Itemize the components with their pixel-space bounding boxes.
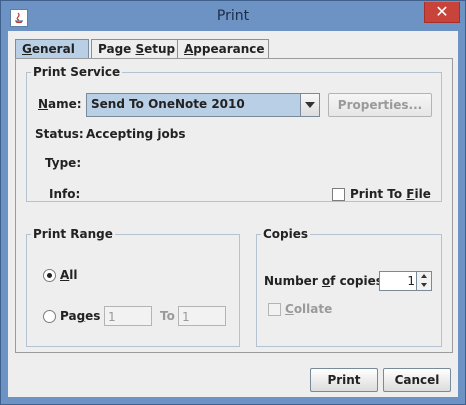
tab-page-setup-mnemonic: S xyxy=(135,42,145,56)
name-label: Name: xyxy=(38,97,82,111)
chevron-down-icon[interactable] xyxy=(300,94,319,116)
cancel-button[interactable]: Cancel xyxy=(383,368,451,392)
all-label-mnemonic: A xyxy=(60,268,70,282)
collate-label-rest: ollate xyxy=(293,302,333,316)
tab-page-setup-label-pre: Page xyxy=(98,42,136,56)
print-button[interactable]: Print xyxy=(310,368,378,392)
print-to-file-checkbox[interactable] xyxy=(332,188,345,201)
status-value: Accepting jobs xyxy=(86,127,186,141)
to-label: To xyxy=(160,309,175,323)
all-radio[interactable] xyxy=(43,269,56,282)
pages-label-mnemonic: g xyxy=(76,309,86,323)
printer-name-combobox[interactable]: Send To OneNote 2010 xyxy=(86,93,320,117)
pages-label-post: es xyxy=(85,309,101,323)
info-label: Info: xyxy=(49,187,81,201)
print-range-group: Print Range xyxy=(26,227,240,347)
pages-label[interactable]: Pages xyxy=(60,309,100,323)
tab-general-label-post: eneral xyxy=(31,42,75,56)
copies-value: 1 xyxy=(407,274,415,288)
copies-spinner[interactable]: 1 xyxy=(379,271,432,291)
spinner-down-icon[interactable] xyxy=(416,281,431,290)
type-label: Type: xyxy=(45,156,82,170)
pages-label-pre: Pa xyxy=(60,309,77,323)
tab-appearance[interactable]: Appearance xyxy=(177,39,269,59)
tab-appearance-mnemonic: A xyxy=(184,42,194,56)
print-dialog-window: Print ✕ General Page Setup Appearance Pr… xyxy=(0,0,466,405)
print-to-file-label-pre: Print To xyxy=(350,187,407,201)
number-of-copies-mnemonic: o xyxy=(321,274,331,288)
dialog-content: General Page Setup Appearance Print Serv… xyxy=(8,31,458,397)
tab-general[interactable]: General xyxy=(15,39,89,59)
pages-to-field[interactable]: 1 xyxy=(178,306,226,326)
all-label[interactable]: All xyxy=(60,268,78,282)
printer-name-value: Send To OneNote 2010 xyxy=(91,97,245,111)
window-title: Print xyxy=(216,8,250,24)
collate-checkbox[interactable] xyxy=(268,303,281,316)
close-button[interactable]: ✕ xyxy=(424,2,460,23)
copies-legend: Copies xyxy=(263,227,309,241)
print-service-legend: Print Service xyxy=(33,65,121,79)
number-of-copies-label-pre: Number xyxy=(264,274,322,288)
collate-label[interactable]: Collate xyxy=(285,302,332,316)
title-bar[interactable]: Print ✕ xyxy=(1,1,465,31)
print-to-file-mnemonic: F xyxy=(406,187,415,201)
general-tab-panel: Print Service Name: Send To OneNote 2010… xyxy=(15,58,453,353)
collate-label-mnemonic: C xyxy=(285,302,294,316)
name-label-rest: ame: xyxy=(48,97,82,111)
print-range-legend: Print Range xyxy=(33,227,113,241)
pages-from-field[interactable]: 1 xyxy=(104,306,152,326)
tab-general-mnemonic: G xyxy=(22,42,32,56)
properties-button[interactable]: Properties... xyxy=(328,93,432,117)
tab-page-setup-label-post: etup xyxy=(144,42,176,56)
pages-radio[interactable] xyxy=(43,310,56,323)
number-of-copies-label: Number of copies: xyxy=(264,274,388,288)
status-label: Status: xyxy=(35,127,84,141)
print-to-file-label[interactable]: Print To File xyxy=(350,187,431,201)
all-label-rest: ll xyxy=(69,268,78,282)
print-to-file-label-post: ile xyxy=(414,187,431,201)
tab-page-setup[interactable]: Page Setup xyxy=(91,39,181,59)
tab-appearance-label-post: ppearance xyxy=(193,42,265,56)
name-label-mnemonic: N xyxy=(38,97,49,111)
